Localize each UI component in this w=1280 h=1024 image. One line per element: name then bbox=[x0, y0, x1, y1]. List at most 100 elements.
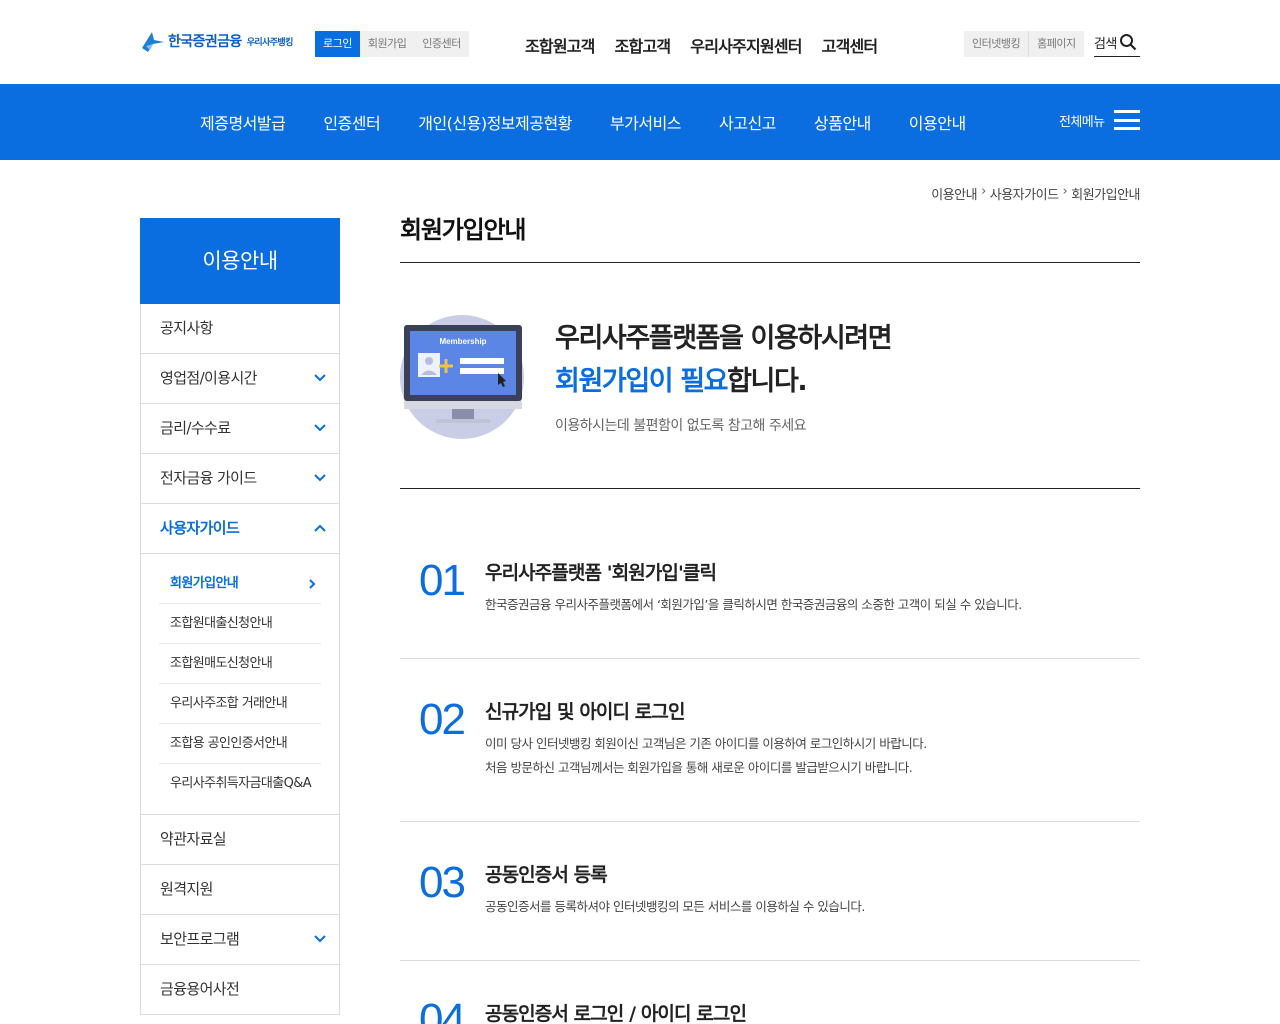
logo-bird-icon bbox=[142, 32, 164, 52]
step-desc: 한국증권금융 우리사주플랫폼에서 ‘회원가입’을 클릭하시면 한국증권금융의 소… bbox=[485, 597, 1022, 612]
step-number: 02 bbox=[419, 695, 466, 744]
right-buttons: 인터넷뱅킹 홈페이지 bbox=[964, 31, 1084, 57]
hero-subtext: 이용하시는데 불편함이 없도록 참고해 주세요 bbox=[555, 418, 807, 434]
chevron-down-icon bbox=[314, 935, 326, 943]
submenu-item-sell-guide[interactable]: 조합원매도신청안내 bbox=[159, 644, 321, 684]
hero-highlight: 회원가입이 필요 bbox=[555, 366, 728, 397]
main-nav-guide[interactable]: 이용안내 bbox=[909, 110, 966, 134]
page-title: 회원가입안내 bbox=[400, 210, 1140, 263]
sidebar-submenu: 회원가입안내 조합원대출신청안내 조합원매도신청안내 우리사주조합 거래안내 조… bbox=[140, 554, 340, 815]
main-content: 회원가입안내 Membership 우리사주플랫폼을 이용하시려면 회원가입이 … bbox=[400, 210, 1140, 489]
signup-button[interactable]: 회원가입 bbox=[359, 31, 415, 57]
chevron-down-icon bbox=[314, 474, 326, 482]
breadcrumb-current: 회원가입안내 bbox=[1071, 188, 1140, 203]
sidebar-item-branch-hours[interactable]: 영업점/이용시간 bbox=[140, 354, 340, 404]
top-nav-member[interactable]: 조합원고객 bbox=[525, 33, 595, 57]
step-title: 신규가입 및 아이디 로그인 bbox=[485, 701, 685, 723]
all-menu-label: 전체메뉴 bbox=[1059, 114, 1105, 130]
breadcrumb-separator-icon: › bbox=[981, 184, 986, 199]
step-item: 03 공동인증서 등록 공동인증서를 등록하셔야 인터넷뱅킹의 모든 서비스를 … bbox=[400, 822, 1140, 961]
top-nav-customer[interactable]: 고객센터 bbox=[822, 33, 878, 57]
main-nav-extra[interactable]: 부가서비스 bbox=[610, 110, 682, 134]
main-nav-certificate[interactable]: 제증명서발급 bbox=[200, 110, 286, 134]
hero-heading-rest: 합니다. bbox=[727, 366, 808, 397]
step-title: 공동인증서 로그인 / 아이디 로그인 bbox=[485, 1003, 747, 1024]
main-nav-accident[interactable]: 사고신고 bbox=[719, 110, 776, 134]
step-item: 04 공동인증서 로그인 / 아이디 로그인 bbox=[400, 961, 1140, 1024]
sidebar-item-notice[interactable]: 공지사항 bbox=[140, 304, 340, 354]
top-nav-union[interactable]: 조합고객 bbox=[615, 33, 671, 57]
submenu-item-loan-guide[interactable]: 조합원대출신청안내 bbox=[159, 604, 321, 644]
hero-heading-line1: 우리사주플랫폼을 이용하시려면 bbox=[555, 323, 893, 354]
step-desc: 이미 당사 인터넷뱅킹 회원이신 고객님은 기존 아이디를 이용하여 로그인하시… bbox=[485, 736, 927, 751]
sidebar-item-label: 금융용어사전 bbox=[160, 980, 240, 998]
main-nav-auth[interactable]: 인증센터 bbox=[323, 110, 380, 134]
breadcrumb-item[interactable]: 사용자가이드 bbox=[990, 184, 1059, 203]
breadcrumb-item[interactable]: 이용안내 bbox=[931, 184, 977, 203]
top-nav: 조합원고객 조합고객 우리사주지원센터 고객센터 bbox=[525, 33, 897, 57]
submenu-item-trade-guide[interactable]: 우리사주조합 거래안내 bbox=[159, 684, 321, 724]
submenu-item-signup-guide[interactable]: 회원가입안내 bbox=[159, 564, 321, 604]
membership-label: Membership bbox=[439, 337, 486, 346]
sidebar-item-terms[interactable]: 약관자료실 bbox=[140, 815, 340, 865]
step-number: 03 bbox=[419, 858, 466, 907]
submenu-item-label: 조합원대출신청안내 bbox=[170, 616, 273, 631]
sidebar-item-label: 보안프로그램 bbox=[160, 930, 240, 948]
search-icon bbox=[1119, 34, 1137, 51]
sidebar-title: 이용안내 bbox=[140, 218, 340, 304]
chevron-down-icon bbox=[314, 374, 326, 382]
sidebar-item-remote-support[interactable]: 원격지원 bbox=[140, 865, 340, 915]
sidebar-item-label: 사용자가이드 bbox=[160, 519, 240, 537]
main-nav-products[interactable]: 상품안내 bbox=[814, 110, 871, 134]
step-title: 우리사주플랫폼 '회원가입'클릭 bbox=[485, 562, 717, 584]
top-header: 한국증권금융 우리사주뱅킹 로그인 회원가입 인증센터 조합원고객 조합고객 우… bbox=[0, 0, 1280, 84]
chevron-down-icon bbox=[314, 424, 326, 432]
logo-sub-text: 우리사주뱅킹 bbox=[246, 37, 294, 48]
sidebar-item-user-guide[interactable]: 사용자가이드 bbox=[140, 504, 340, 554]
breadcrumb-separator-icon: › bbox=[1062, 184, 1068, 199]
breadcrumb: 이용안내 › 사용자가이드 › 회원가입안내 bbox=[931, 184, 1140, 203]
sidebar-item-label: 공지사항 bbox=[160, 319, 213, 337]
sidebar: 이용안내 공지사항 영업점/이용시간 금리/수수료 전자금융 가이드 사용자가이… bbox=[140, 218, 340, 1015]
chevron-up-icon bbox=[314, 524, 326, 532]
top-nav-support[interactable]: 우리사주지원센터 bbox=[690, 33, 802, 57]
sidebar-item-glossary[interactable]: 금융용어사전 bbox=[140, 965, 340, 1015]
step-desc: 공동인증서를 등록하셔야 인터넷뱅킹의 모든 서비스를 이용하실 수 있습니다. bbox=[485, 899, 865, 914]
login-button[interactable]: 로그인 bbox=[315, 31, 360, 57]
submenu-item-label: 우리사주조합 거래안내 bbox=[170, 696, 288, 711]
sidebar-item-efinance-guide[interactable]: 전자금융 가이드 bbox=[140, 454, 340, 504]
internet-banking-button[interactable]: 인터넷뱅킹 bbox=[964, 31, 1029, 57]
search-label: 검색 bbox=[1094, 37, 1117, 52]
sidebar-item-security[interactable]: 보안프로그램 bbox=[140, 915, 340, 965]
sidebar-item-rates-fees[interactable]: 금리/수수료 bbox=[140, 404, 340, 454]
step-desc: 처음 방문하신 고객님께서는 회원가입을 통해 새로운 아이디를 발급받으시기 … bbox=[485, 760, 913, 775]
main-nav-privacy[interactable]: 개인(신용)정보제공현황 bbox=[418, 110, 572, 134]
submenu-item-loan-qa[interactable]: 우리사주취득자금대출Q&A bbox=[159, 764, 321, 804]
membership-monitor-icon: Membership bbox=[400, 315, 524, 439]
submenu-item-label: 우리사주취득자금대출Q&A bbox=[170, 776, 312, 791]
submenu-item-label: 회원가입안내 bbox=[170, 576, 239, 591]
chevron-right-icon bbox=[309, 579, 316, 589]
logo[interactable]: 한국증권금융 우리사주뱅킹 bbox=[140, 28, 293, 54]
hero-heading-line2: 회원가입이 필요합니다. bbox=[555, 359, 808, 398]
sidebar-item-label: 전자금융 가이드 bbox=[160, 469, 257, 487]
hamburger-icon bbox=[1114, 110, 1141, 130]
step-item: 02 신규가입 및 아이디 로그인 이미 당사 인터넷뱅킹 회원이신 고객님은 … bbox=[400, 659, 1140, 822]
step-title: 공동인증서 등록 bbox=[485, 864, 608, 886]
search-button[interactable]: 검색 bbox=[1094, 33, 1140, 57]
steps-list: 01 우리사주플랫폼 '회원가입'클릭 한국증권금융 우리사주플랫폼에서 ‘회원… bbox=[400, 490, 1140, 1024]
logo-main-text: 한국증권금융 bbox=[168, 34, 242, 50]
sidebar-item-label: 약관자료실 bbox=[160, 830, 227, 848]
submenu-item-label: 조합원매도신청안내 bbox=[170, 656, 273, 671]
util-buttons: 로그인 회원가입 인증센터 bbox=[315, 31, 469, 57]
sidebar-item-label: 원격지원 bbox=[160, 880, 213, 898]
homepage-button[interactable]: 홈페이지 bbox=[1028, 31, 1084, 57]
main-nav: 제증명서발급 인증센터 개인(신용)정보제공현황 부가서비스 사고신고 상품안내… bbox=[200, 110, 1004, 134]
step-item: 01 우리사주플랫폼 '회원가입'클릭 한국증권금융 우리사주플랫폼에서 ‘회원… bbox=[400, 490, 1140, 659]
step-number: 01 bbox=[419, 556, 466, 605]
submenu-item-label: 조합용 공인인증서안내 bbox=[170, 736, 288, 751]
step-number: 04 bbox=[419, 995, 466, 1024]
all-menu-button[interactable]: 전체메뉴 bbox=[1059, 110, 1141, 130]
cert-center-button[interactable]: 인증센터 bbox=[414, 31, 469, 57]
submenu-item-cert-guide[interactable]: 조합용 공인인증서안내 bbox=[159, 724, 321, 764]
